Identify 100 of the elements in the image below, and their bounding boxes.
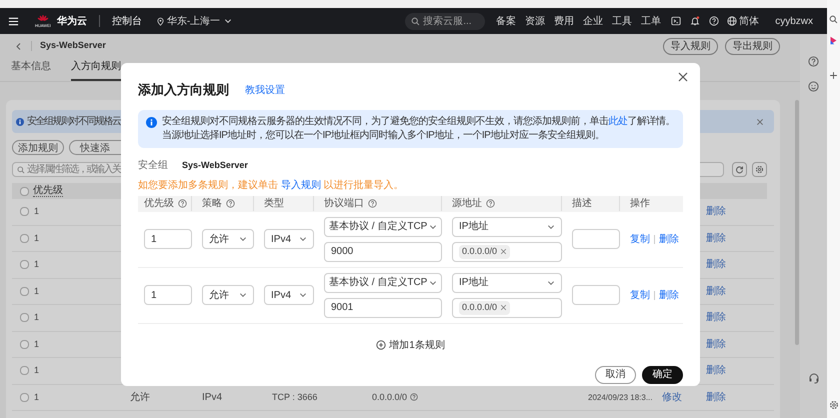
action-link[interactable]: 删除 (659, 288, 679, 302)
port-field[interactable]: 9000 (324, 242, 442, 262)
refresh-button[interactable] (732, 162, 747, 177)
help-link[interactable]: 教我设置 (245, 83, 285, 98)
details-link[interactable]: 此处 (608, 116, 628, 126)
brand-name[interactable]: 华为云 (56, 14, 87, 28)
refresh-icon (735, 165, 744, 174)
port-field[interactable]: 9001 (324, 298, 442, 318)
delete-link[interactable]: 删除 (706, 284, 726, 299)
checkbox[interactable] (20, 286, 29, 296)
column-header: 优先级 (33, 185, 63, 197)
terminal-icon[interactable] (671, 16, 682, 26)
delete-link[interactable]: 删除 (706, 310, 726, 326)
nav-link[interactable]: 备案 (496, 14, 516, 28)
ip-tag[interactable]: 0.0.0.0/0 (459, 300, 510, 314)
logo-icon (36, 14, 50, 22)
column-header: 类型 (264, 196, 284, 211)
plus-icon[interactable] (829, 71, 838, 80)
source-type-select[interactable]: IP地址 (452, 272, 562, 292)
back-icon[interactable] (14, 42, 23, 50)
settings-icon (755, 165, 764, 174)
delete-link[interactable]: 删除 (706, 390, 726, 405)
action-button[interactable]: 添加规则 (12, 140, 64, 155)
policy-select[interactable]: 允许 (202, 229, 254, 249)
delete-link[interactable]: 删除 (706, 230, 726, 246)
protocol-select[interactable]: 基本协议 / 自定义TCP (324, 216, 442, 236)
smiley-icon[interactable] (808, 81, 819, 92)
checkbox[interactable] (20, 186, 29, 196)
description-field[interactable] (572, 285, 620, 305)
checkbox[interactable] (20, 260, 29, 270)
notice-text: 安全组规则对不同规格云 (27, 114, 120, 129)
checkbox[interactable] (20, 207, 29, 216)
delete-link[interactable]: 删除 (706, 204, 726, 220)
description-field[interactable] (572, 229, 620, 249)
settings-button[interactable] (752, 162, 767, 177)
edit-link[interactable]: 修改 (662, 392, 682, 403)
table-cell-text: 1 (34, 364, 40, 377)
ip-tag[interactable]: 0.0.0.0/0 (459, 244, 510, 258)
nav-link[interactable]: 资源 (525, 14, 546, 28)
delete-link[interactable]: 删除 (706, 363, 726, 378)
checkbox[interactable] (20, 313, 29, 322)
chevron-down-icon (547, 278, 555, 286)
checkbox[interactable] (20, 340, 29, 349)
headset-icon[interactable] (808, 372, 820, 384)
priority-field[interactable]: 1 (144, 285, 192, 305)
nav-link[interactable]: 费用 (554, 14, 574, 28)
menu-icon[interactable] (8, 16, 19, 26)
policy-select[interactable]: 允许 (202, 285, 254, 305)
delete-link[interactable]: 删除 (706, 336, 726, 352)
info-icon (16, 118, 24, 126)
page-title: Sys-WebServer (40, 39, 106, 52)
column-header: 策略 (202, 197, 222, 211)
delete-link[interactable]: 删除 (706, 257, 726, 272)
column-header: 源地址 (452, 196, 482, 211)
source-field[interactable]: 0.0.0.0/0 (452, 298, 562, 318)
table-cell: 允许 (130, 392, 150, 403)
table-cell-text: 1 (34, 232, 40, 244)
info-text: 当源地址选择IP地址时，您可以在一个IP地址框内同时输入多个IP地址，一个IP地址对应一条安全组规则。 (162, 128, 606, 142)
language-selector[interactable]: 简体 (727, 14, 760, 28)
table-cell-text: 1 (34, 338, 40, 350)
action-link[interactable]: 删除 (659, 232, 679, 246)
import-link[interactable]: 导入规则 (280, 180, 321, 190)
region-selector[interactable]: 华东-上海一 (156, 14, 232, 28)
action-link[interactable]: 复制 (630, 288, 650, 302)
search-icon[interactable] (829, 15, 838, 24)
source-type-select[interactable]: IP地址 (452, 216, 562, 236)
type-select[interactable]: IPv4 (264, 285, 314, 305)
source-field[interactable]: 0.0.0.0/0 (452, 242, 562, 262)
close-icon[interactable] (677, 71, 689, 83)
checkbox[interactable] (20, 234, 29, 243)
search-icon (17, 166, 25, 174)
priority-field[interactable]: 1 (144, 229, 192, 249)
bell-icon[interactable] (690, 16, 700, 26)
column-header: 协议端口 (324, 196, 364, 211)
add-rule-button[interactable]: 增加1条规则 (376, 338, 445, 352)
type-select[interactable]: IPv4 (264, 229, 314, 249)
tab[interactable]: 基本信息 (11, 59, 51, 81)
search-icon (411, 16, 420, 26)
table-cell-text: 1 (34, 258, 40, 271)
action-link[interactable]: 复制 (630, 232, 650, 246)
app-icon[interactable] (829, 36, 838, 45)
location-pin-icon (156, 16, 165, 26)
checkbox[interactable] (20, 392, 29, 402)
nav-link[interactable]: 工单 (641, 14, 662, 28)
header-button[interactable]: 导入规则 (663, 38, 718, 54)
checkbox[interactable] (20, 366, 29, 376)
search-field[interactable]: 搜索云服... (405, 12, 486, 30)
table-cell: TCP : 3666 (272, 392, 318, 402)
user-name[interactable]: cyybzwx (775, 14, 813, 28)
protocol-select[interactable]: 基本协议 / 自定义TCP (324, 272, 442, 292)
close-icon[interactable] (756, 118, 764, 126)
globe-icon (727, 16, 738, 26)
cancel-button[interactable]: 取消 (595, 366, 636, 384)
settings-icon[interactable] (828, 400, 838, 410)
confirm-button[interactable]: 确定 (642, 366, 683, 384)
header-button[interactable]: 导出规则 (725, 38, 780, 54)
nav-link[interactable]: 工具 (612, 14, 632, 28)
chevron-down-icon (224, 17, 232, 25)
nav-link[interactable]: 企业 (583, 14, 604, 28)
console-link[interactable]: 控制台 (112, 14, 142, 28)
